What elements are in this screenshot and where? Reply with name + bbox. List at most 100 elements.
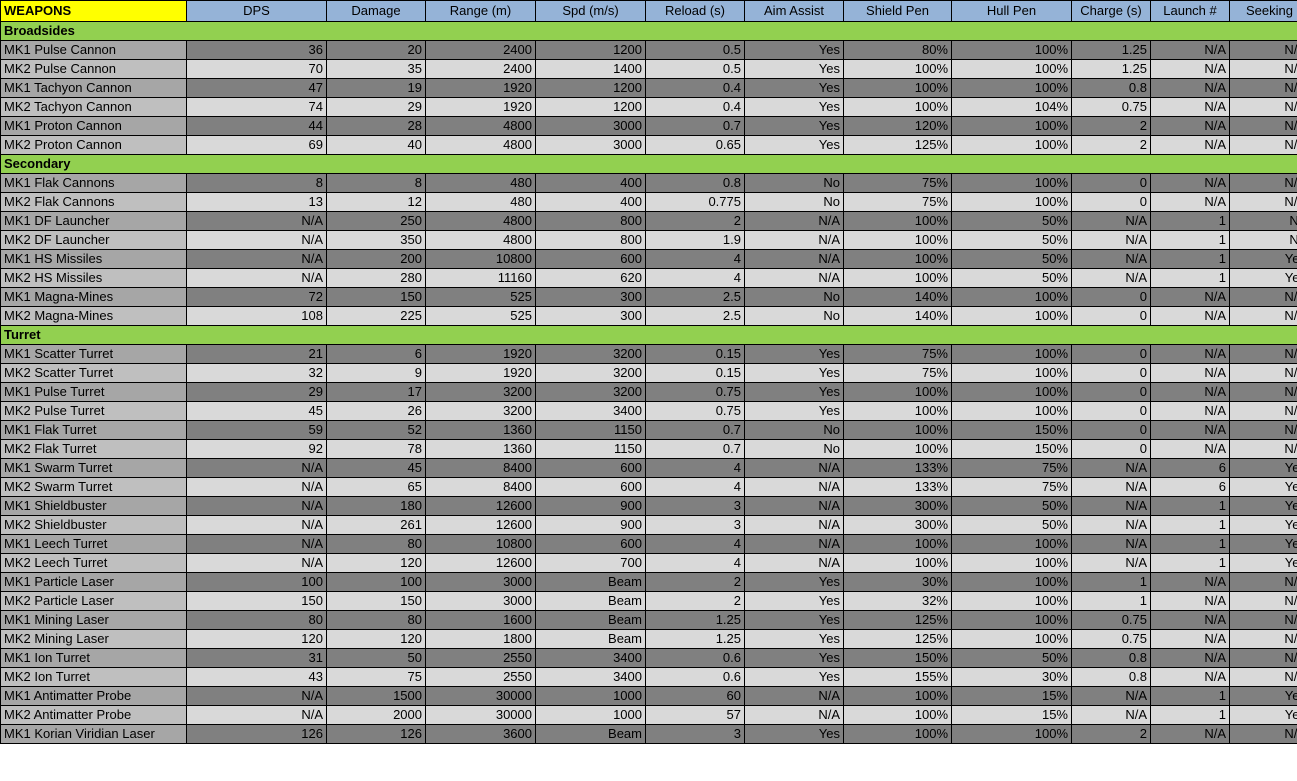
cell-damage[interactable]: 50	[326, 648, 426, 668]
cell-range[interactable]: 2400	[425, 40, 536, 60]
cell-launch-count[interactable]: 1	[1150, 515, 1230, 535]
cell-damage[interactable]: 65	[326, 477, 426, 497]
cell-range[interactable]: 1920	[425, 97, 536, 117]
cell-weapon-name[interactable]: MK2 Magna-Mines	[0, 306, 187, 326]
cell-aim-assist[interactable]: No	[744, 287, 844, 307]
cell-weapon-name[interactable]: MK1 Magna-Mines	[0, 287, 187, 307]
cell-reload[interactable]: 0.8	[645, 173, 745, 193]
cell-dps[interactable]: 100	[186, 572, 327, 592]
cell-dps[interactable]: 31	[186, 648, 327, 668]
cell-shield-pen[interactable]: 100%	[843, 705, 952, 725]
cell-range[interactable]: 4800	[425, 116, 536, 136]
cell-shield-pen[interactable]: 100%	[843, 230, 952, 250]
cell-charge[interactable]: 0.8	[1071, 667, 1151, 687]
cell-seeking[interactable]: N/A	[1229, 667, 1297, 687]
cell-damage[interactable]: 180	[326, 496, 426, 516]
cell-speed[interactable]: 1200	[535, 97, 646, 117]
cell-aim-assist[interactable]: No	[744, 173, 844, 193]
cell-shield-pen[interactable]: 300%	[843, 496, 952, 516]
cell-hull-pen[interactable]: 104%	[951, 97, 1072, 117]
cell-range[interactable]: 12600	[425, 515, 536, 535]
cell-speed[interactable]: 400	[535, 173, 646, 193]
cell-reload[interactable]: 0.7	[645, 420, 745, 440]
cell-charge[interactable]: 0.8	[1071, 78, 1151, 98]
section-title[interactable]: Broadsides	[0, 21, 1297, 41]
cell-speed[interactable]: 900	[535, 496, 646, 516]
cell-speed[interactable]: 3000	[535, 116, 646, 136]
cell-speed[interactable]: 620	[535, 268, 646, 288]
cell-reload[interactable]: 3	[645, 496, 745, 516]
cell-range[interactable]: 3200	[425, 401, 536, 421]
header-reload[interactable]: Reload (s)	[645, 0, 745, 22]
cell-seeking[interactable]: N/A	[1229, 629, 1297, 649]
cell-shield-pen[interactable]: 100%	[843, 249, 952, 269]
cell-shield-pen[interactable]: 100%	[843, 401, 952, 421]
cell-hull-pen[interactable]: 100%	[951, 724, 1072, 744]
cell-launch-count[interactable]: N/A	[1150, 610, 1230, 630]
cell-weapon-name[interactable]: MK2 Shieldbuster	[0, 515, 187, 535]
cell-aim-assist[interactable]: Yes	[744, 667, 844, 687]
cell-damage[interactable]: 52	[326, 420, 426, 440]
cell-dps[interactable]: 47	[186, 78, 327, 98]
header-weapons[interactable]: WEAPONS	[0, 0, 187, 22]
cell-reload[interactable]: 60	[645, 686, 745, 706]
cell-damage[interactable]: 150	[326, 591, 426, 611]
cell-weapon-name[interactable]: MK1 Flak Turret	[0, 420, 187, 440]
cell-damage[interactable]: 80	[326, 610, 426, 630]
cell-reload[interactable]: 4	[645, 477, 745, 497]
cell-dps[interactable]: 72	[186, 287, 327, 307]
cell-range[interactable]: 2400	[425, 59, 536, 79]
cell-damage[interactable]: 280	[326, 268, 426, 288]
cell-reload[interactable]: 0.6	[645, 667, 745, 687]
cell-damage[interactable]: 2000	[326, 705, 426, 725]
cell-damage[interactable]: 17	[326, 382, 426, 402]
cell-seeking[interactable]: Yes	[1229, 458, 1297, 478]
header-damage[interactable]: Damage	[326, 0, 426, 22]
cell-damage[interactable]: 126	[326, 724, 426, 744]
cell-aim-assist[interactable]: Yes	[744, 610, 844, 630]
cell-hull-pen[interactable]: 15%	[951, 705, 1072, 725]
cell-charge[interactable]: 0	[1071, 439, 1151, 459]
cell-launch-count[interactable]: N/A	[1150, 97, 1230, 117]
cell-speed[interactable]: 3400	[535, 401, 646, 421]
cell-shield-pen[interactable]: 100%	[843, 211, 952, 231]
cell-charge[interactable]: N/A	[1071, 211, 1151, 231]
cell-launch-count[interactable]: N/A	[1150, 401, 1230, 421]
header-dps[interactable]: DPS	[186, 0, 327, 22]
cell-range[interactable]: 3200	[425, 382, 536, 402]
cell-aim-assist[interactable]: Yes	[744, 363, 844, 383]
cell-dps[interactable]: 80	[186, 610, 327, 630]
cell-shield-pen[interactable]: 100%	[843, 78, 952, 98]
cell-charge[interactable]: N/A	[1071, 553, 1151, 573]
cell-damage[interactable]: 26	[326, 401, 426, 421]
cell-charge[interactable]: N/A	[1071, 268, 1151, 288]
cell-hull-pen[interactable]: 100%	[951, 572, 1072, 592]
cell-speed[interactable]: 700	[535, 553, 646, 573]
cell-damage[interactable]: 19	[326, 78, 426, 98]
cell-range[interactable]: 4800	[425, 211, 536, 231]
cell-seeking[interactable]: Yes	[1229, 496, 1297, 516]
cell-reload[interactable]: 0.5	[645, 40, 745, 60]
cell-speed[interactable]: 3200	[535, 344, 646, 364]
cell-launch-count[interactable]: N/A	[1150, 724, 1230, 744]
cell-weapon-name[interactable]: MK2 Scatter Turret	[0, 363, 187, 383]
cell-launch-count[interactable]: N/A	[1150, 572, 1230, 592]
cell-dps[interactable]: 13	[186, 192, 327, 212]
cell-aim-assist[interactable]: No	[744, 192, 844, 212]
cell-seeking[interactable]: N/A	[1229, 78, 1297, 98]
cell-speed[interactable]: 1000	[535, 705, 646, 725]
cell-damage[interactable]: 35	[326, 59, 426, 79]
cell-range[interactable]: 12600	[425, 496, 536, 516]
cell-hull-pen[interactable]: 15%	[951, 686, 1072, 706]
cell-damage[interactable]: 200	[326, 249, 426, 269]
cell-charge[interactable]: N/A	[1071, 230, 1151, 250]
cell-shield-pen[interactable]: 32%	[843, 591, 952, 611]
cell-shield-pen[interactable]: 125%	[843, 610, 952, 630]
cell-damage[interactable]: 45	[326, 458, 426, 478]
cell-aim-assist[interactable]: Yes	[744, 116, 844, 136]
cell-shield-pen[interactable]: 100%	[843, 439, 952, 459]
cell-speed[interactable]: 600	[535, 534, 646, 554]
cell-speed[interactable]: 3400	[535, 667, 646, 687]
cell-speed[interactable]: 600	[535, 458, 646, 478]
cell-launch-count[interactable]: 6	[1150, 477, 1230, 497]
